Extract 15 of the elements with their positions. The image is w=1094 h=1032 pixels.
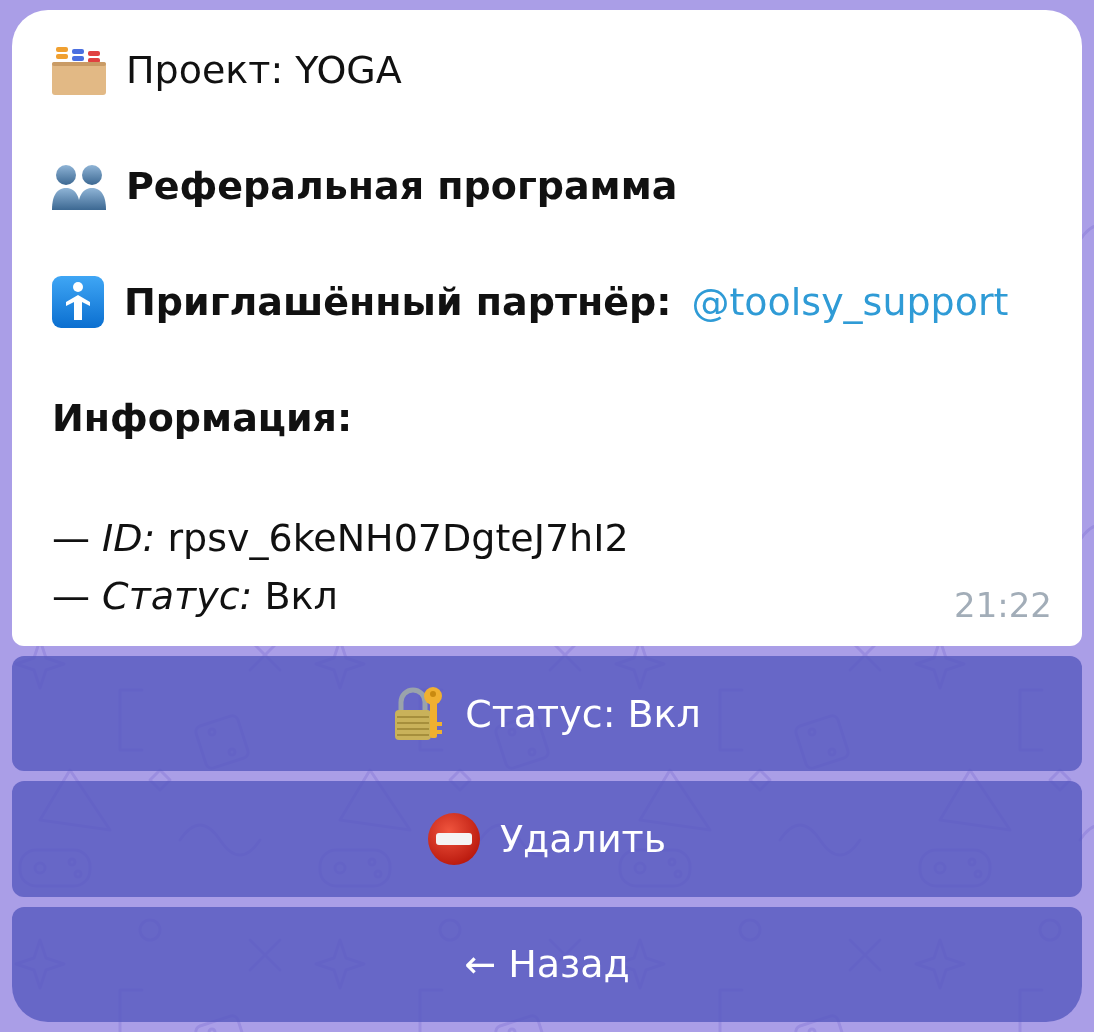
- partner-label: Приглашённый партнёр:: [124, 279, 672, 326]
- message-time: 21:22: [954, 585, 1052, 625]
- section-title: Реферальная программа: [126, 163, 678, 210]
- no-entry-icon: [427, 813, 480, 865]
- delete-button[interactable]: Удалить: [12, 781, 1082, 897]
- card-file-box-icon: [52, 45, 106, 95]
- info-title: Информация:: [52, 395, 353, 442]
- status-button[interactable]: Статус: Вкл: [12, 656, 1082, 772]
- people-icon: [52, 162, 106, 210]
- partner-link[interactable]: @toolsy_support: [691, 273, 1009, 331]
- info-line: — Статус: Вкл: [52, 573, 338, 620]
- back-button[interactable]: ← Назад: [12, 906, 1082, 1022]
- project-line: Проект: YOGA: [126, 47, 402, 94]
- info-line: — ID: rpsv_6keNH07DgteJ7hI2: [52, 515, 629, 562]
- info-icon: [52, 276, 104, 328]
